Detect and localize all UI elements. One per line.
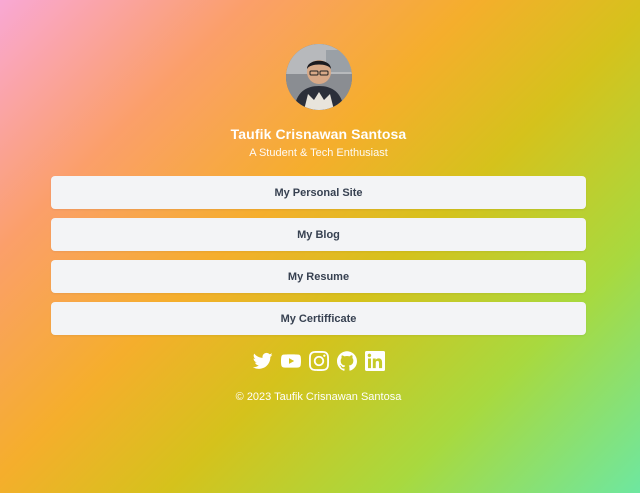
linkedin-icon[interactable] (364, 351, 385, 371)
github-icon[interactable] (336, 351, 357, 371)
link-list: My Personal Site My Blog My Resume My Ce… (51, 176, 586, 344)
personal-site-button[interactable]: My Personal Site (51, 176, 586, 209)
youtube-icon[interactable] (280, 351, 301, 371)
instagram-icon[interactable] (308, 351, 329, 371)
blog-button[interactable]: My Blog (51, 218, 586, 251)
profile-name: Taufik Crisnawan Santosa (230, 126, 407, 142)
twitter-icon[interactable] (252, 351, 273, 371)
social-links (252, 350, 385, 372)
footer-copyright: © 2023 Taufik Crisnawan Santosa (235, 391, 402, 403)
certificate-button[interactable]: My Certifficate (51, 302, 586, 335)
avatar (285, 44, 352, 110)
profile-card: Taufik Crisnawan Santosa A Student & Tec… (51, 44, 586, 404)
profile-tagline: A Student & Tech Enthusiast (249, 147, 388, 159)
resume-button[interactable]: My Resume (51, 260, 586, 293)
